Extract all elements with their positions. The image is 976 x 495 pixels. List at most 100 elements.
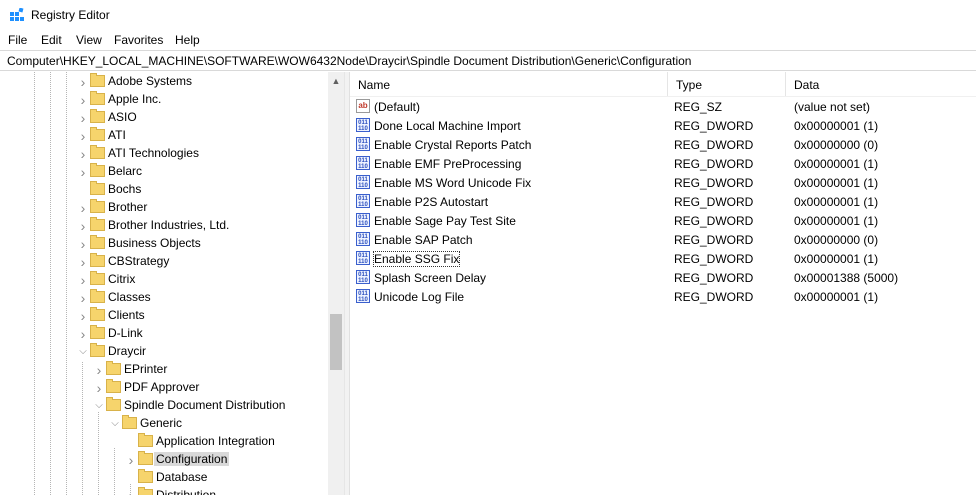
- chevron-right-icon[interactable]: ›: [78, 128, 88, 144]
- column-name-label: Name: [358, 78, 391, 92]
- folder-icon: [106, 379, 121, 393]
- value-row[interactable]: 011 110 Unicode Log File REG_DWORD 0x000000…: [350, 287, 976, 306]
- value-name: Enable Sage Pay Test Site: [374, 214, 516, 228]
- value-row[interactable]: ab (Default) REG_SZ (value not set): [350, 97, 976, 116]
- folder-icon: [106, 397, 121, 411]
- value-data: 0x00000001 (1): [794, 290, 879, 304]
- tree-item[interactable]: › Clients: [0, 307, 328, 325]
- tree-item-label: ATI Technologies: [108, 146, 199, 160]
- tree-item[interactable]: › ATI Technologies: [0, 145, 328, 163]
- chevron-right-icon[interactable]: ›: [126, 488, 136, 495]
- tree-item[interactable]: › Adobe Systems: [0, 73, 328, 91]
- tree-item-label: Database: [156, 470, 208, 484]
- chevron-down-icon[interactable]: ⌵: [110, 416, 120, 432]
- chevron-right-icon[interactable]: ›: [78, 218, 88, 234]
- chevron-right-icon[interactable]: ›: [78, 308, 88, 324]
- value-type: REG_DWORD: [674, 290, 754, 304]
- tree-item-label: Brother Industries, Ltd.: [108, 218, 230, 232]
- chevron-right-icon[interactable]: ›: [94, 362, 104, 378]
- chevron-right-icon[interactable]: ›: [78, 272, 88, 288]
- value-row[interactable]: 011 110 Enable SSG Fix REG_DWORD 0x00000001…: [350, 249, 976, 268]
- tree-item[interactable]: ⌵ Draycir: [0, 343, 328, 361]
- tree-item[interactable]: › Apple Inc.: [0, 91, 328, 109]
- folder-icon: [90, 289, 105, 303]
- chevron-right-icon[interactable]: ›: [94, 380, 104, 396]
- tree-item[interactable]: ⌵ Spindle Document Distribution: [0, 397, 328, 415]
- key-tree-pane[interactable]: › Adobe Systems › Apple Inc. › ASIO › ATI › ATI T…: [0, 72, 345, 495]
- dword-value-icon: 011 110: [356, 251, 370, 265]
- column-header-name[interactable]: Name: [350, 72, 668, 96]
- address-bar[interactable]: Computer\HKEY_LOCAL_MACHINE\SOFTWARE\WOW…: [0, 50, 976, 71]
- tree-item[interactable]: › Brother: [0, 199, 328, 217]
- value-row[interactable]: 011 110 Done Local Machine Import REG_DWOR…: [350, 116, 976, 135]
- chevron-down-icon[interactable]: ⌵: [94, 398, 104, 414]
- chevron-right-icon[interactable]: ›: [78, 164, 88, 180]
- tree-scrollbar[interactable]: ▲: [328, 72, 344, 495]
- chevron-right-icon[interactable]: ›: [78, 92, 88, 108]
- value-row[interactable]: 011 110 Enable P2S Autostart REG_DWORD 0x00…: [350, 192, 976, 211]
- tree-item[interactable]: Database: [0, 469, 328, 487]
- tree-item-label: Citrix: [108, 272, 136, 286]
- tree-item[interactable]: › ASIO: [0, 109, 328, 127]
- folder-icon: [138, 469, 153, 483]
- tree-item[interactable]: › Classes: [0, 289, 328, 307]
- folder-icon: [138, 487, 153, 495]
- chevron-right-icon[interactable]: ›: [126, 452, 136, 468]
- folder-icon: [90, 253, 105, 267]
- folder-icon: [90, 235, 105, 249]
- value-row[interactable]: 011 110 Enable MS Word Unicode Fix REG_DWO…: [350, 173, 976, 192]
- column-header-type[interactable]: Type: [668, 72, 786, 96]
- menu-edit[interactable]: Edit: [41, 33, 62, 47]
- tree-item[interactable]: › Brother Industries, Ltd.: [0, 217, 328, 235]
- tree-item[interactable]: › CBStrategy: [0, 253, 328, 271]
- folder-icon: [90, 91, 105, 105]
- tree-item[interactable]: ⌵ Generic: [0, 415, 328, 433]
- chevron-down-icon[interactable]: ⌵: [78, 344, 88, 360]
- dword-value-icon: 011 110: [356, 175, 370, 189]
- tree-item[interactable]: › ATI: [0, 127, 328, 145]
- scroll-up-arrow-icon[interactable]: ▲: [328, 74, 344, 88]
- column-header-data[interactable]: Data: [786, 72, 976, 96]
- value-type: REG_DWORD: [674, 195, 754, 209]
- tree-item-label: Draycir: [108, 344, 146, 358]
- chevron-right-icon[interactable]: ›: [78, 110, 88, 126]
- value-name: Enable SSG Fix: [372, 251, 461, 267]
- column-data-label: Data: [794, 78, 820, 92]
- tree-item-label: Apple Inc.: [108, 92, 162, 106]
- tree-item[interactable]: › Configuration: [0, 451, 328, 469]
- menu-file[interactable]: File: [8, 33, 27, 47]
- chevron-right-icon[interactable]: ›: [78, 326, 88, 342]
- value-data: 0x00000000 (0): [794, 233, 879, 247]
- dword-value-icon: 011 110: [356, 232, 370, 246]
- value-data: (value not set): [794, 100, 871, 114]
- tree-item[interactable]: › Citrix: [0, 271, 328, 289]
- value-row[interactable]: 011 110 Enable Sage Pay Test Site REG_DWOR…: [350, 211, 976, 230]
- tree-item-label: Generic: [140, 416, 183, 430]
- value-row[interactable]: 011 110 Enable SAP Patch REG_DWORD 0x000000…: [350, 230, 976, 249]
- chevron-right-icon[interactable]: ›: [78, 74, 88, 90]
- registry-editor-icon: [10, 8, 24, 21]
- chevron-right-icon[interactable]: ›: [78, 236, 88, 252]
- tree-item[interactable]: › EPrinter: [0, 361, 328, 379]
- address-path[interactable]: Computer\HKEY_LOCAL_MACHINE\SOFTWARE\WOW…: [7, 54, 691, 68]
- menu-favorites[interactable]: Favorites: [114, 33, 163, 47]
- tree-item[interactable]: › PDF Approver: [0, 379, 328, 397]
- chevron-right-icon[interactable]: ›: [78, 200, 88, 216]
- chevron-right-icon[interactable]: ›: [78, 146, 88, 162]
- tree-item[interactable]: Bochs: [0, 181, 328, 199]
- value-row[interactable]: 011 110 Splash Screen Delay REG_DWORD 0x000…: [350, 268, 976, 287]
- tree-item[interactable]: › Belarc: [0, 163, 328, 181]
- value-row[interactable]: 011 110 Enable EMF PreProcessing REG_DWORD…: [350, 154, 976, 173]
- chevron-right-icon[interactable]: ›: [78, 290, 88, 306]
- tree-item[interactable]: › Distribution: [0, 487, 328, 495]
- value-row[interactable]: 011 110 Enable Crystal Reports Patch REG_D…: [350, 135, 976, 154]
- tree-item[interactable]: › Business Objects: [0, 235, 328, 253]
- menu-view[interactable]: View: [76, 33, 102, 47]
- tree-item[interactable]: › D-Link: [0, 325, 328, 343]
- dword-value-icon: 011 110: [356, 213, 370, 227]
- chevron-right-icon[interactable]: ›: [78, 254, 88, 270]
- menu-help[interactable]: Help: [175, 33, 200, 47]
- tree-scroll-thumb[interactable]: [330, 314, 342, 370]
- values-list-pane[interactable]: Name Type Data ab (Default) REG_SZ (value n…: [350, 72, 976, 495]
- tree-item[interactable]: Application Integration: [0, 433, 328, 451]
